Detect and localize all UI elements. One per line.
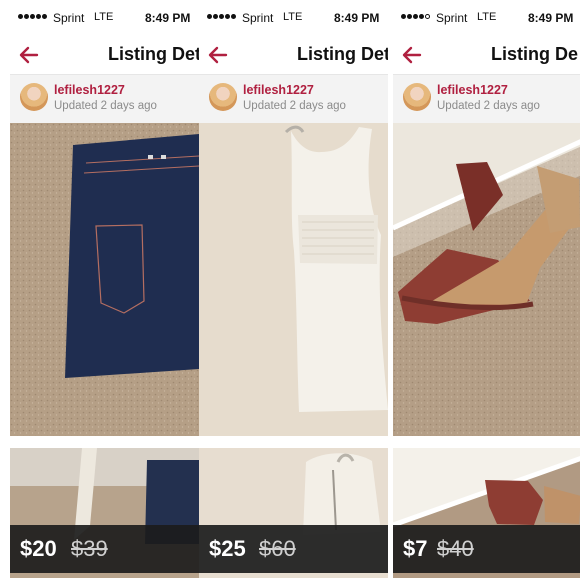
network-label: LTE [477,11,497,23]
price-bar: $7 $40 [393,525,580,573]
seller-username[interactable]: lefilesh1227 [437,83,508,97]
current-price: $20 [20,536,57,561]
original-price: $39 [71,536,108,561]
status-time: 8:49 PM [334,11,380,25]
seller-avatar[interactable] [403,83,431,111]
back-arrow-icon[interactable] [17,43,41,67]
seller-username[interactable]: lefilesh1227 [243,83,314,97]
price-bar: $20 $39 [10,525,199,573]
seller-avatar[interactable] [209,83,237,111]
page-title: Listing Det [108,44,199,64]
navigation-bar: Listing De [393,36,580,75]
listing-panel-wedges: Sprint LTE 8:49 PM Listing De lefilesh12… [393,0,580,580]
status-time: 8:49 PM [528,11,574,25]
page-title: Listing Det [297,44,388,64]
back-arrow-icon[interactable] [206,43,230,67]
network-label: LTE [94,11,114,23]
back-arrow-icon[interactable] [400,43,424,67]
photo-divider [393,436,580,448]
status-bar: Sprint LTE 8:49 PM [10,0,199,36]
photo-divider [199,436,388,448]
seller-username[interactable]: lefilesh1227 [54,83,125,97]
carrier-label: Sprint [242,11,274,25]
signal-icon [207,14,237,20]
signal-icon [401,14,431,20]
product-photo-dress[interactable] [199,123,388,436]
listing-panel-jeans: Sprint LTE 8:49 PM Listing Det lefilesh1… [10,0,199,580]
updated-timestamp: Updated 2 days ago [54,100,157,112]
current-price: $7 [403,536,428,561]
status-bar: Sprint LTE 8:49 PM [199,0,388,36]
updated-timestamp: Updated 2 days ago [243,100,346,112]
network-label: LTE [283,11,303,23]
seller-info[interactable]: lefilesh1227 Updated 2 days ago [10,75,199,123]
product-photo-wedges[interactable] [393,123,580,436]
original-price: $40 [437,536,474,561]
signal-icon [18,14,48,20]
navigation-bar: Listing Det [10,36,199,75]
product-photo-jeans[interactable] [10,123,199,436]
navigation-bar: Listing Det [199,36,388,75]
price-bar: $25 $60 [199,525,388,573]
original-price: $60 [259,536,296,561]
updated-timestamp: Updated 2 days ago [437,100,540,112]
photo-divider [10,436,199,448]
carrier-label: Sprint [53,11,85,25]
seller-info[interactable]: lefilesh1227 Updated 2 days ago [393,75,580,123]
carrier-label: Sprint [436,11,468,25]
seller-info[interactable]: lefilesh1227 Updated 2 days ago [199,75,388,123]
status-bar: Sprint LTE 8:49 PM [393,0,580,36]
status-time: 8:49 PM [145,11,191,25]
current-price: $25 [209,536,246,561]
seller-avatar[interactable] [20,83,48,111]
page-title: Listing De [491,44,579,64]
listing-panel-dress: Sprint LTE 8:49 PM Listing Det lefilesh1… [199,0,388,580]
listing-screenshot-collage: Sprint LTE 8:49 PM Listing Det lefilesh1… [0,0,580,580]
